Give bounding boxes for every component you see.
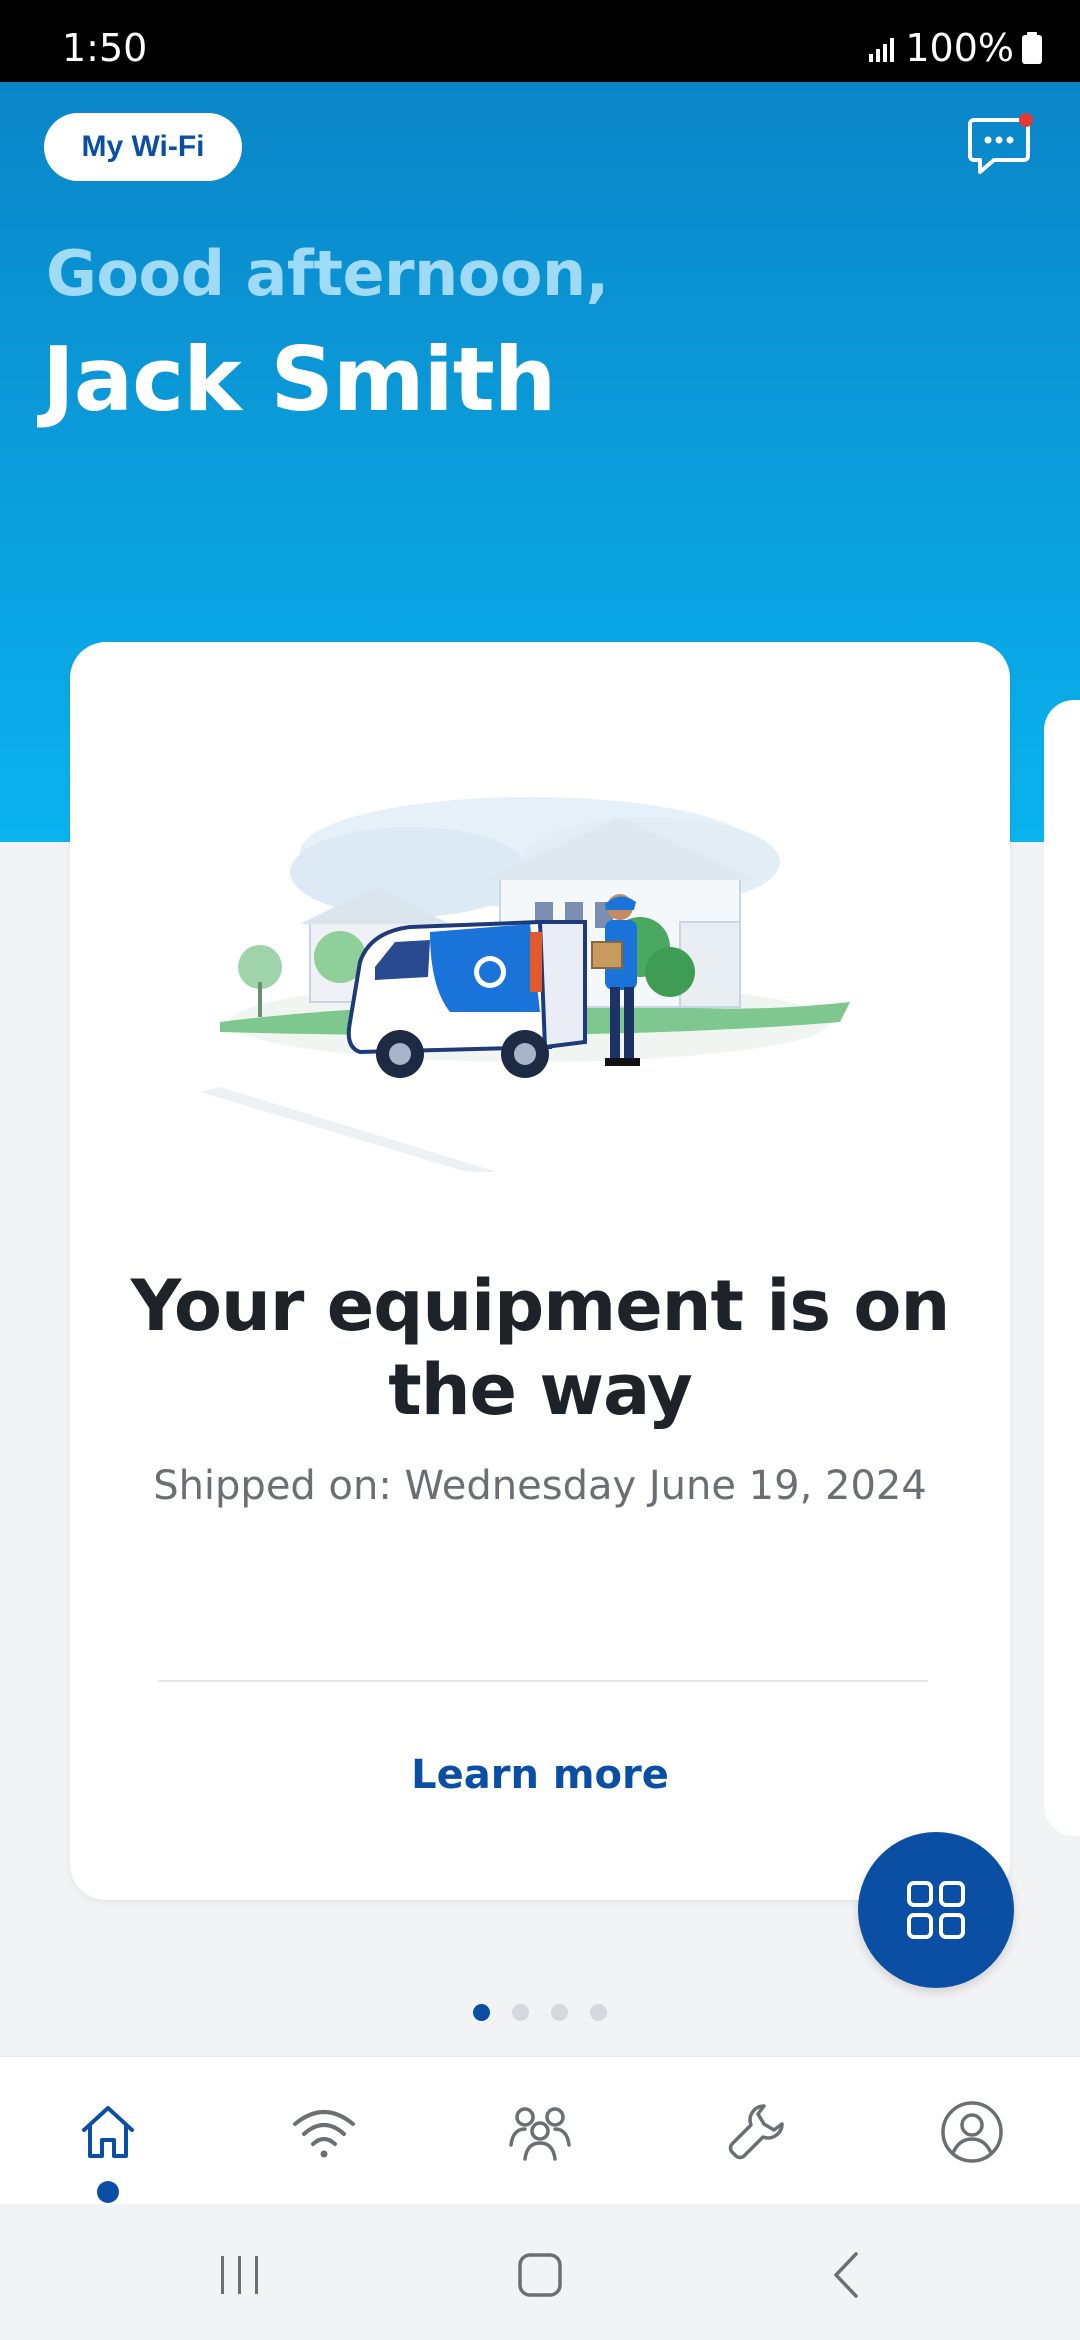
home-icon <box>82 2106 134 2158</box>
signal-icon <box>869 38 895 62</box>
home-square-icon <box>518 2253 562 2297</box>
greeting-text: Good afternoon, <box>46 237 609 310</box>
people-icon <box>509 2107 571 2161</box>
recent-apps-icon <box>221 2256 258 2294</box>
pager-dot-active[interactable] <box>473 2004 490 2021</box>
back-chevron-icon <box>834 2252 858 2298</box>
shipped-date: Shipped on: Wednesday June 19, 2024 <box>153 1463 927 1509</box>
pager-dot[interactable] <box>512 2004 529 2021</box>
home-button[interactable] <box>505 2240 575 2310</box>
pager-dot[interactable] <box>551 2004 568 2021</box>
status-time: 1:50 <box>62 26 148 70</box>
notification-dot <box>1019 113 1033 127</box>
system-navigation-bar <box>0 2204 1080 2340</box>
my-wifi-button[interactable]: My Wi-Fi <box>44 113 242 181</box>
status-bar: 1:50 100% <box>0 0 1080 82</box>
delivery-van-illustration <box>200 797 850 1172</box>
carousel-pager <box>0 2004 1080 2021</box>
user-name: Jack Smith <box>42 328 556 431</box>
nav-profile[interactable] <box>917 2077 1027 2187</box>
profile-icon <box>941 2101 1003 2163</box>
recent-apps-button[interactable] <box>205 2240 275 2310</box>
active-indicator <box>97 2181 119 2203</box>
nav-tools[interactable] <box>701 2077 811 2187</box>
pager-dot[interactable] <box>590 2004 607 2021</box>
nav-people[interactable] <box>485 2077 595 2187</box>
learn-more-link[interactable]: Learn more <box>70 1752 1010 1798</box>
card-divider <box>158 1680 928 1682</box>
bottom-navigation <box>0 2056 1080 2204</box>
wrench-icon <box>728 2104 784 2160</box>
wifi-icon <box>293 2110 355 2158</box>
next-card-peek[interactable] <box>1044 700 1080 1836</box>
nav-home[interactable] <box>53 2077 163 2203</box>
back-button[interactable] <box>810 2240 880 2310</box>
chat-icon[interactable] <box>966 112 1034 180</box>
equipment-status-card: Your equipment is on the way Shipped on:… <box>70 642 1010 1900</box>
grid-icon <box>907 1881 965 1939</box>
battery-icon <box>1022 32 1042 64</box>
apps-grid-button[interactable] <box>858 1832 1014 1988</box>
battery-percentage: 100% <box>905 26 1014 70</box>
nav-wifi[interactable] <box>269 2077 379 2187</box>
card-title: Your equipment is on the way <box>130 1265 951 1431</box>
status-indicators: 100% <box>869 26 1042 70</box>
